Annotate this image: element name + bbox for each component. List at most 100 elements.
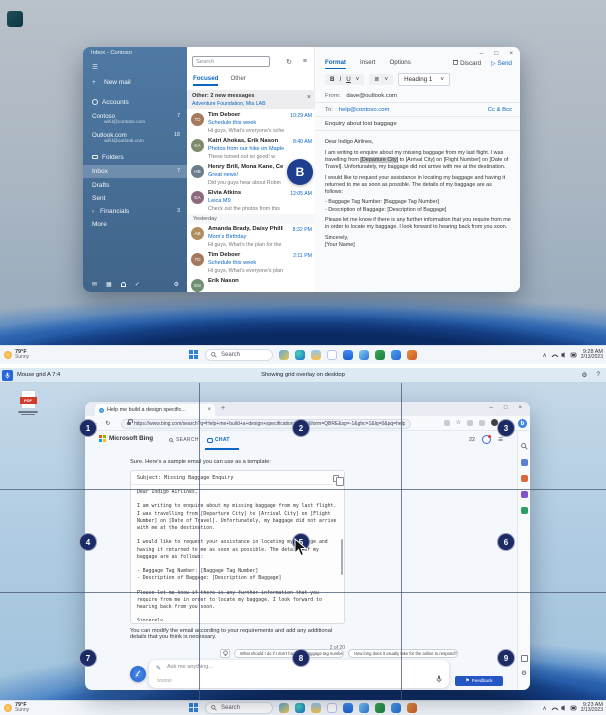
rewards-points[interactable]: 22 [469,437,475,443]
message-row[interactable]: EN Erik Nason [187,276,315,292]
todo-icon[interactable]: ✓ [135,281,140,288]
sidebar-office-icon[interactable] [521,491,528,498]
microphone-icon[interactable] [436,675,442,683]
taskbar-icon-teams-chat[interactable] [327,350,337,360]
grid-cell-2[interactable]: 2 [292,419,310,437]
sidebar-tools-icon[interactable] [521,507,528,514]
maximize-button[interactable]: □ [494,50,498,57]
chat-input[interactable] [167,664,367,670]
feedback-button[interactable]: ⚑ Feedback [455,676,503,686]
grid-cell-9[interactable]: 9 [497,649,515,667]
start-button[interactable] [189,703,199,713]
message-row[interactable]: TD Tim Deboer 10:29 AM Schedule this wee… [187,110,315,136]
split-screen-icon[interactable] [444,420,450,426]
calendar-icon[interactable]: ▦ [106,281,112,288]
close-icon[interactable]: × [307,94,311,101]
send-button[interactable]: ▷ Send [491,60,512,67]
message-row[interactable]: EA Elvia Atkins 12:05 AM Leica M9 Check … [187,188,315,214]
favorites-star-icon[interactable]: ☆ [456,419,461,426]
taskbar-icon-photos[interactable] [359,350,369,360]
chevron-down-icon[interactable]: ˅ [382,76,390,83]
accounts-section[interactable]: Accounts [83,96,187,108]
grid-cell-4[interactable]: 4 [79,533,97,551]
taskbar-search[interactable]: Search [205,702,273,714]
help-icon[interactable]: ? [596,371,600,379]
taskbar-icon-excel[interactable] [375,703,385,713]
filter-icon[interactable]: ≡ [303,58,307,65]
taskbar-clock[interactable]: 9:23 AM2/13/2023 [581,702,603,714]
taskbar-icon-store[interactable] [343,350,353,360]
taskbar-icon-edge[interactable] [295,350,305,360]
taskbar-icon-mail[interactable] [391,350,401,360]
subject-row[interactable]: Enquiry about lost baggage [315,117,520,131]
tray-status-icons[interactable] [551,704,577,712]
weather-widget[interactable]: 79°FSunny [0,702,60,714]
collections-icon[interactable] [467,420,473,426]
sidebar-search-icon[interactable] [521,443,528,450]
minimize-button[interactable]: – [480,50,484,57]
hamburger-menu-icon[interactable]: ☰ [498,437,503,443]
grid-cell-7[interactable]: 7 [79,649,97,667]
card-body-text[interactable]: Dear Indigo Airlines, I am writing to en… [137,489,337,621]
recipient-avatar-badge[interactable]: B [287,159,313,185]
taskbar-icon-people[interactable] [391,703,401,713]
refresh-icon[interactable]: ↻ [286,58,292,66]
sidebar-item-financials[interactable]: ›Financials3 [83,205,187,217]
sidebar-item-more[interactable]: More [83,218,187,230]
tab-format[interactable]: Format [325,59,346,69]
cc-bcc-button[interactable]: Cc & Bcc [488,107,512,113]
settings-gear-icon[interactable]: ⚙ [174,281,179,288]
bing-logo[interactable]: Microsoft Bing [99,435,153,442]
grid-cell-1[interactable]: 1 [79,419,97,437]
rewards-badge-icon[interactable] [482,435,491,444]
other-messages-banner[interactable]: Other: 2 new messages Adventure Foundati… [187,90,315,109]
taskbar-icon-widgets[interactable] [279,703,289,713]
sidebar-item-drafts[interactable]: Drafts [83,179,187,191]
taskbar-icon-file-explorer[interactable] [311,350,321,360]
discard-button[interactable]: Discard [453,59,481,67]
sidebar-shopping-icon[interactable] [521,475,528,482]
taskbar-icon-excel[interactable] [375,350,385,360]
taskbar-icon-store[interactable] [343,703,353,713]
tab-close-icon[interactable]: × [207,407,211,413]
address-bar[interactable]: https://www.bing.com/search?q=Help+me+bu… [121,419,411,429]
bing-sidebar-button[interactable]: b [518,419,527,428]
message-row[interactable]: AB Amanda Brady, Daisy Phillips 8:32 PM … [187,224,315,250]
chevron-down-icon[interactable]: ˅ [354,76,362,83]
message-row[interactable]: TD Tim Deboer 2:11 PM Schedule this week… [187,250,315,276]
hamburger-menu-button[interactable]: ☰ [83,61,187,73]
mail-icon[interactable]: ✉ [92,281,97,288]
tray-chevron-icon[interactable]: ∧ [542,352,546,359]
tray-status-icons[interactable] [551,351,577,359]
message-row[interactable]: KA Katri Ahokas, Erik Nason 8:40 AM Phot… [187,136,315,162]
sidebar-clipboard-icon[interactable] [521,655,528,662]
tab-chat[interactable]: CHAT [207,437,230,443]
new-mail-button[interactable]: +New mail [83,76,187,88]
desktop-pdf-file[interactable]: PDF [16,390,40,416]
refresh-button[interactable]: ↻ [105,420,110,427]
taskbar-icon-teams-chat[interactable] [327,703,337,713]
maximize-button[interactable]: □ [504,405,508,411]
extensions-icon[interactable] [479,420,485,426]
copy-icon[interactable] [333,475,339,482]
tab-insert[interactable]: Insert [360,59,375,69]
sidebar-tool-icon[interactable] [521,459,528,466]
weather-widget[interactable]: 79°FSunny [0,349,60,361]
italic-button[interactable]: I [337,76,343,83]
to-row[interactable]: To: help@contoso.com Cc & Bcc [315,103,520,117]
close-button[interactable]: × [518,405,522,411]
people-icon[interactable] [121,282,126,287]
grid-cell-3[interactable]: 3 [497,419,515,437]
sidebar-item-sent[interactable]: Sent [83,192,187,204]
new-tab-button[interactable]: + [221,405,225,412]
minimize-button[interactable]: – [490,405,493,411]
underline-button[interactable]: U [344,76,352,83]
search-input[interactable] [192,56,270,67]
new-topic-button[interactable] [130,666,146,682]
card-scrollbar[interactable] [341,539,343,575]
tab-other[interactable]: Other [230,75,245,86]
sidebar-item-inbox[interactable]: Inbox7 [83,165,187,177]
settings-gear-icon[interactable]: ⚙ [582,371,588,379]
suggestion-chip[interactable]: How long does it usually take for the ai… [348,649,458,658]
close-button[interactable]: × [509,50,513,57]
